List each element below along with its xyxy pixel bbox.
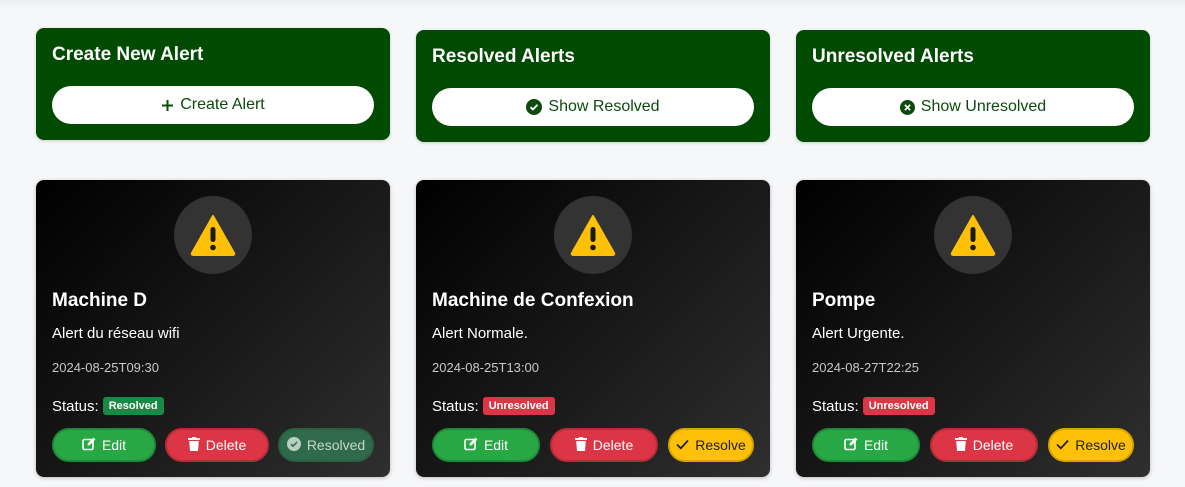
edit-label: Edit (101, 437, 127, 453)
top-shadow (0, 0, 1185, 10)
edit-icon (464, 437, 478, 454)
warning-icon (174, 196, 252, 274)
edit-label: Edit (863, 437, 889, 453)
delete-label: Delete (205, 437, 247, 453)
edit-button[interactable]: Edit (432, 428, 540, 462)
edit-button[interactable]: Edit (812, 428, 920, 462)
status-badge: Unresolved (482, 397, 555, 415)
show-resolved-button[interactable]: Show Resolved (432, 88, 754, 126)
create-alert-card: Create New Alert Create Alert (36, 28, 390, 140)
status-label: Status: (812, 397, 859, 415)
delete-button[interactable]: Delete (165, 428, 269, 462)
alert-timestamp: 2024-08-25T09:30 (52, 360, 159, 375)
alert-description: Alert Urgente. (812, 325, 905, 342)
alert-card: Pompe Alert Urgente. 2024-08-27T22:25 St… (796, 180, 1150, 477)
resolve-label: Resolve (1075, 437, 1126, 453)
alert-timestamp: 2024-08-25T13:00 (432, 360, 539, 375)
alert-card: Machine de Confexion Alert Normale. 2024… (416, 180, 770, 477)
status-label: Status: (52, 397, 99, 415)
alert-description: Alert du réseau wifi (52, 325, 180, 342)
status-label: Status: (432, 397, 479, 415)
check-circle-icon (526, 99, 543, 115)
button-label: Create Alert (180, 96, 265, 113)
alert-status: Status: Unresolved (432, 397, 555, 415)
edit-icon (82, 437, 96, 454)
alert-name: Machine D (52, 290, 148, 311)
edit-button[interactable]: Edit (52, 428, 156, 462)
delete-label: Delete (592, 437, 634, 453)
create-alert-button[interactable]: Create Alert (52, 86, 374, 124)
status-badge: Resolved (102, 397, 164, 415)
unresolved-alerts-card: Unresolved Alerts Show Unresolved (796, 30, 1150, 142)
edit-icon (844, 437, 858, 454)
plus-icon (161, 99, 174, 112)
delete-button[interactable]: Delete (550, 428, 658, 462)
alert-card: Machine D Alert du réseau wifi 2024-08-2… (36, 180, 390, 477)
alert-status: Status: Resolved (52, 397, 164, 415)
resolve-label: Resolve (695, 437, 746, 453)
alert-name: Pompe (812, 290, 876, 311)
alert-description: Alert Normale. (432, 325, 528, 342)
trash-icon (574, 436, 587, 454)
alert-timestamp: 2024-08-27T22:25 (812, 360, 919, 375)
check-circle-icon (286, 436, 301, 454)
check-icon (1056, 437, 1069, 453)
resolve-button[interactable]: Resolve (668, 428, 754, 462)
trash-icon (954, 436, 967, 454)
check-icon (676, 437, 689, 453)
card-title: Resolved Alerts (432, 46, 575, 67)
x-circle-icon (899, 99, 915, 115)
card-title: Create New Alert (52, 44, 204, 65)
alert-name: Machine de Confexion (432, 290, 634, 311)
status-badge: Unresolved (862, 397, 935, 415)
alert-status: Status: Unresolved (812, 397, 935, 415)
resolved-button[interactable]: Resolved (278, 428, 374, 462)
resolved-label: Resolved (306, 437, 366, 453)
resolve-button[interactable]: Resolve (1048, 428, 1134, 462)
warning-icon (554, 196, 632, 274)
edit-label: Edit (483, 437, 509, 453)
delete-button[interactable]: Delete (930, 428, 1038, 462)
button-label: Show Unresolved (920, 98, 1047, 115)
trash-icon (187, 436, 200, 454)
card-title: Unresolved Alerts (812, 46, 974, 67)
warning-icon (934, 196, 1012, 274)
resolved-alerts-card: Resolved Alerts Show Resolved (416, 30, 770, 142)
delete-label: Delete (972, 437, 1014, 453)
show-unresolved-button[interactable]: Show Unresolved (812, 88, 1134, 126)
button-label: Show Resolved (548, 98, 660, 115)
